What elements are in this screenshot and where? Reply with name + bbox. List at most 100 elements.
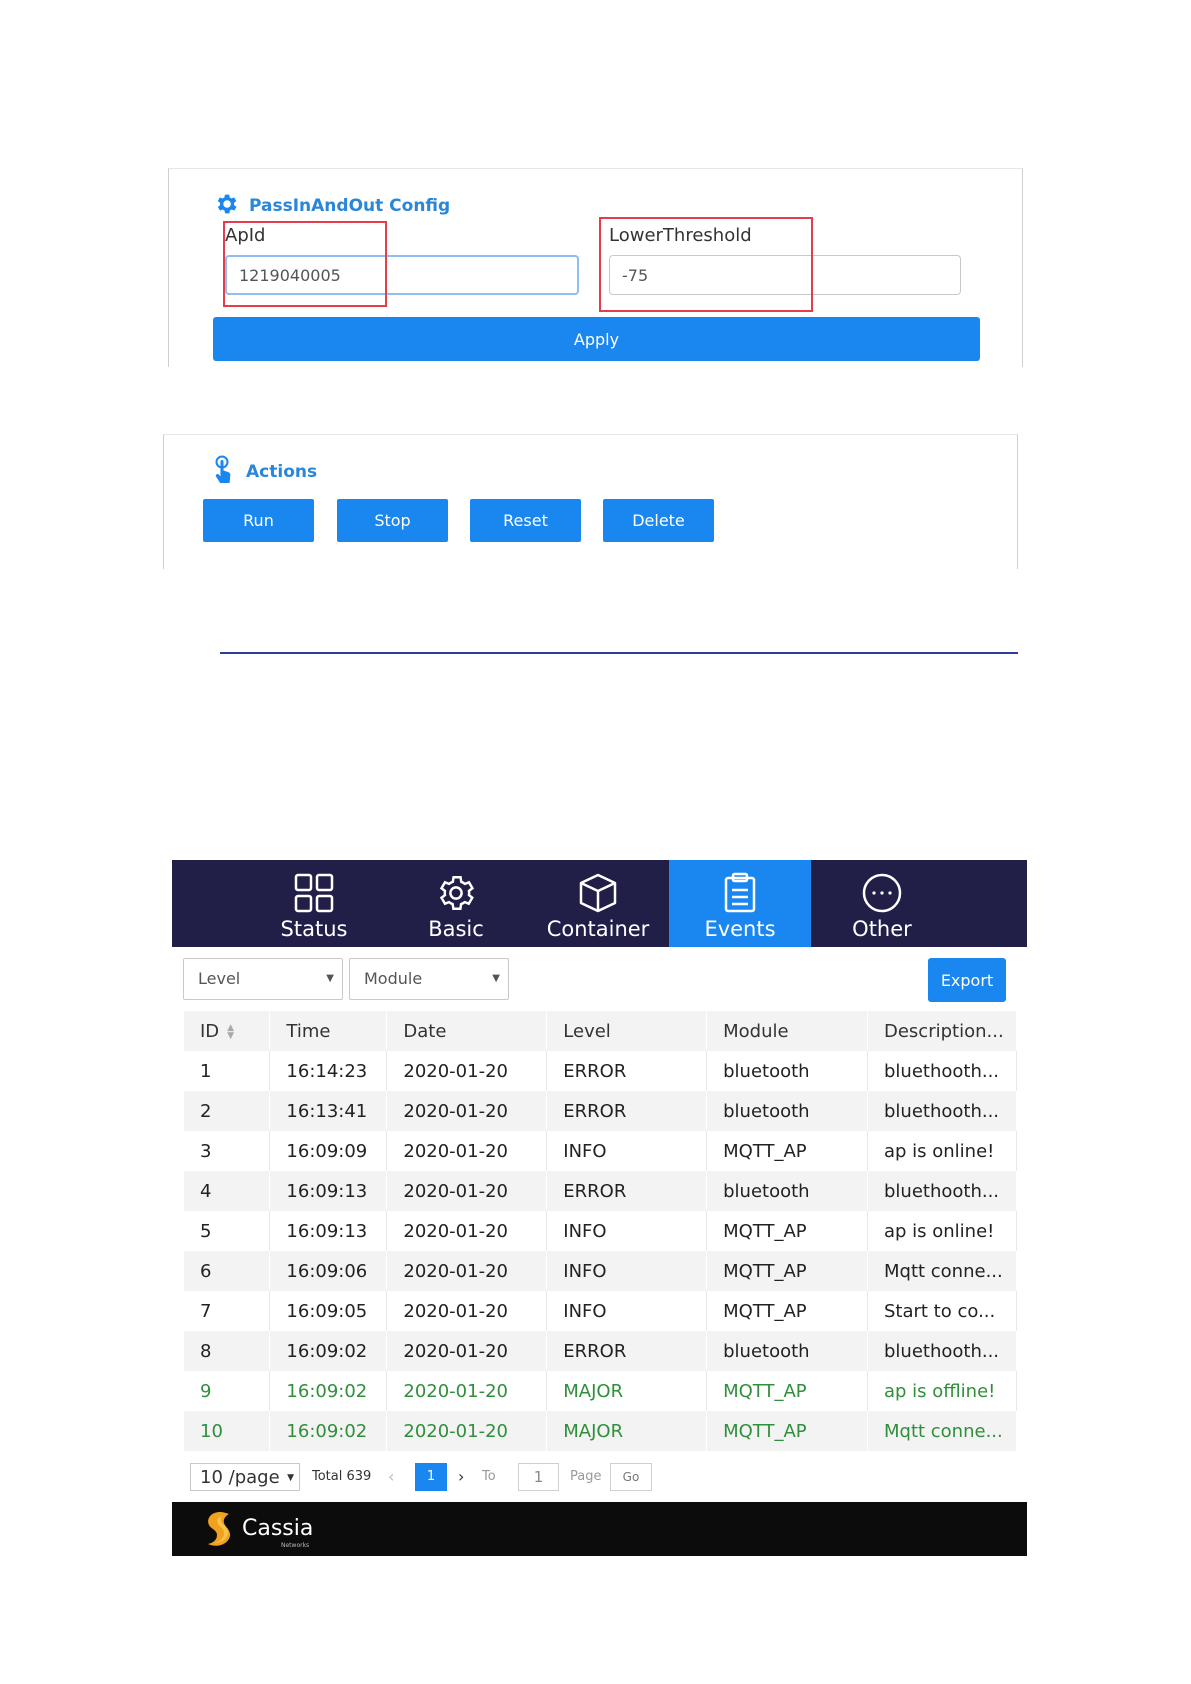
cell-id: 3 [184,1131,271,1171]
cell-module: MQTT_AP [706,1411,868,1451]
delete-button[interactable]: Delete [603,499,714,542]
cell-module: MQTT_AP [706,1211,868,1251]
cell-time: 16:09:09 [269,1131,388,1171]
nav-container-label: Container [546,917,650,941]
cell-description: bluethooth... [867,1051,1018,1091]
level-filter-value: Level [198,969,241,988]
cell-level: ERROR [546,1171,708,1211]
cell-date: 2020-01-20 [386,1291,548,1331]
gear-icon [439,876,475,910]
go-button[interactable]: Go [610,1463,652,1491]
cell-level: INFO [546,1131,708,1171]
table-row[interactable]: 6 16:09:06 2020-01-20 INFO MQTT_AP Mqtt conne… [184,1251,1018,1291]
stop-button[interactable]: Stop [337,499,448,542]
level-filter-select[interactable]: Level ▼ [183,958,343,1000]
cell-id: 9 [184,1371,271,1411]
prev-page-icon[interactable]: ‹ [388,1463,394,1491]
cell-level: ERROR [546,1091,708,1131]
nav-status-label: Status [280,917,348,941]
nav-status[interactable]: Status [243,860,385,947]
logo-text: Cassia [242,1516,314,1541]
more-circle-icon [862,873,902,913]
col-header-id[interactable]: ID ▲ ▼ [184,1011,271,1051]
col-header-time: Time [269,1011,388,1051]
module-filter-select[interactable]: Module ▼ [349,958,509,1000]
sort-icon[interactable]: ▲ ▼ [227,1023,234,1040]
cell-date: 2020-01-20 [386,1051,548,1091]
cell-description: bluethooth... [867,1331,1018,1371]
cell-description: ap is online! [867,1131,1018,1171]
events-table: ID ▲ ▼ Time Date Level Module Description.… [184,1011,1018,1451]
cell-id: 2 [184,1091,271,1131]
lower-threshold-input[interactable] [609,255,961,295]
nav-other[interactable]: Other [811,860,953,947]
top-nav: Status Basic Container Events Other [172,860,1027,947]
cell-date: 2020-01-20 [386,1331,548,1371]
reset-button[interactable]: Reset [470,499,581,542]
cell-description: bluethooth... [867,1091,1018,1131]
cell-description: bluethooth... [867,1171,1018,1211]
footer: Cassia Networks [172,1502,1027,1556]
table-row[interactable]: 3 16:09:09 2020-01-20 INFO MQTT_AP ap is onli… [184,1131,1018,1171]
cell-module: MQTT_AP [706,1371,868,1411]
config-header: PassInAndOut Config [213,191,450,221]
nav-events-label: Events [704,917,776,941]
table-row[interactable]: 1 16:14:23 2020-01-20 ERROR bluetooth bluetho… [184,1051,1018,1091]
nav-basic[interactable]: Basic [385,860,527,947]
lower-threshold-label: LowerThreshold [609,225,752,246]
cell-module: bluetooth [706,1331,868,1371]
export-button[interactable]: Export [928,958,1006,1002]
table-header-row: ID ▲ ▼ Time Date Level Module Description.… [184,1011,1018,1051]
current-page-button[interactable]: 1 [415,1463,447,1491]
jump-page-input[interactable] [518,1463,559,1491]
cell-level: MAJOR [546,1371,708,1411]
cell-level: ERROR [546,1051,708,1091]
dropdown-arrow-icon: ▼ [326,973,334,984]
dropdown-arrow-icon: ▼ [492,973,500,984]
nav-basic-label: Basic [428,917,484,941]
actions-header: Actions [212,455,317,489]
table-row[interactable]: 7 16:09:05 2020-01-20 INFO MQTT_AP Start to c… [184,1291,1018,1331]
cassia-logo-mark [208,1512,231,1546]
actions-panel: Actions Run Stop Reset Delete [163,434,1018,569]
cell-id: 4 [184,1171,271,1211]
nav-events[interactable]: Events [669,860,811,947]
table-row[interactable]: 8 16:09:02 2020-01-20 ERROR bluetooth bluetho… [184,1331,1018,1371]
cell-time: 16:09:02 [269,1331,388,1371]
table-body: 1 16:14:23 2020-01-20 ERROR bluetooth bluetho… [184,1051,1018,1451]
next-page-icon[interactable]: › [458,1463,464,1491]
apid-input[interactable] [225,255,579,295]
table-row[interactable]: 5 16:09:13 2020-01-20 INFO MQTT_AP ap is onli… [184,1211,1018,1251]
cube-icon [579,873,617,913]
cell-time: 16:13:41 [269,1091,388,1131]
cell-module: MQTT_AP [706,1251,868,1291]
table-row[interactable]: 10 16:09:02 2020-01-20 MAJOR MQTT_AP Mqtt con… [184,1411,1018,1451]
table-row[interactable]: 4 16:09:13 2020-01-20 ERROR bluetooth bluetho… [184,1171,1018,1211]
events-window: Status Basic Container Events Other Leve… [172,860,1027,1556]
clipboard-icon [724,872,756,913]
cell-level: MAJOR [546,1411,708,1451]
table-row[interactable]: 9 16:09:02 2020-01-20 MAJOR MQTT_AP ap is off… [184,1371,1018,1411]
cell-module: MQTT_AP [706,1291,868,1331]
jump-to-label: To [482,1469,496,1484]
cell-id: 10 [184,1411,271,1451]
nav-container[interactable]: Container [527,860,669,947]
config-panel: PassInAndOut Config ApId LowerThreshold … [168,168,1023,367]
page-size-select[interactable]: 10 /page ▼ [190,1463,300,1491]
cell-module: bluetooth [706,1091,868,1131]
cell-id: 6 [184,1251,271,1291]
col-header-module: Module [706,1011,868,1051]
table-row[interactable]: 2 16:13:41 2020-01-20 ERROR bluetooth bluetho… [184,1091,1018,1131]
dropdown-arrow-icon: ▼ [287,1473,294,1483]
run-button[interactable]: Run [203,499,314,542]
cell-id: 8 [184,1331,271,1371]
cell-module: MQTT_AP [706,1131,868,1171]
cell-time: 16:09:13 [269,1171,388,1211]
cell-date: 2020-01-20 [386,1411,548,1451]
cell-description: ap is offline! [867,1371,1018,1411]
nav-other-label: Other [852,917,912,941]
apply-button[interactable]: Apply [213,317,980,361]
cell-date: 2020-01-20 [386,1371,548,1411]
module-filter-value: Module [364,969,423,988]
cell-time: 16:09:06 [269,1251,388,1291]
